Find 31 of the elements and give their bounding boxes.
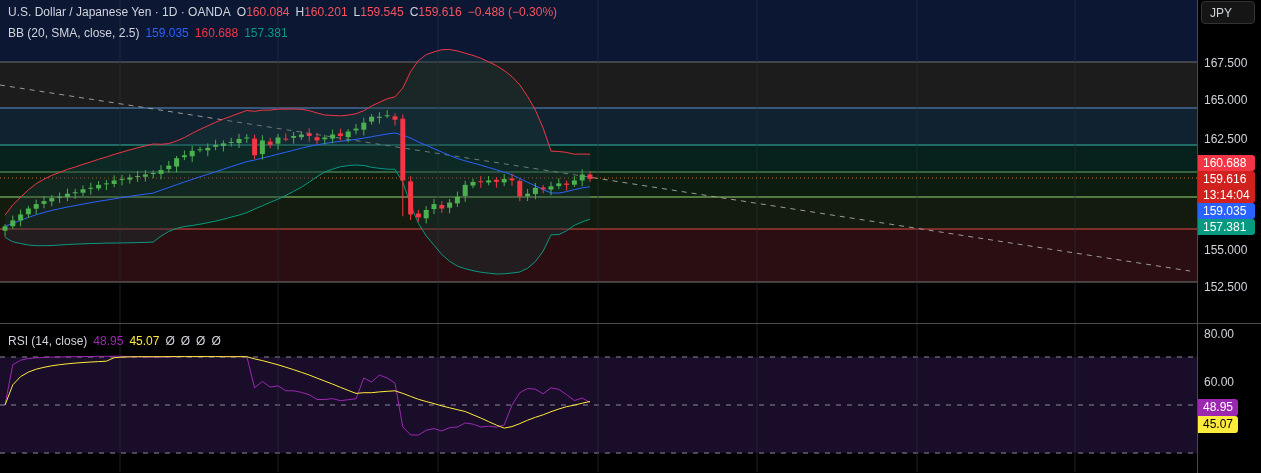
rsi-tick: 60.00: [1204, 374, 1235, 391]
empty-value: Ø: [180, 333, 191, 350]
ohlc-value: L159.545: [353, 4, 404, 21]
indicator-value: 160.688: [194, 25, 239, 42]
rsi-badge: 48.95: [1198, 399, 1239, 416]
indicator-value: 157.381: [244, 25, 288, 42]
indicator-label: BB (20, SMA, close, 2.5): [8, 25, 140, 42]
price-tick: 155.000: [1204, 242, 1248, 259]
price-tick: 167.500: [1204, 55, 1248, 72]
price-badge: 159.035: [1198, 203, 1255, 219]
price-badge: 160.688: [1198, 155, 1255, 171]
empty-value: Ø: [211, 333, 221, 350]
empty-value: Ø: [165, 333, 175, 350]
symbol-title: U.S. Dollar / Japanese Yen · 1D · OANDA: [8, 4, 231, 21]
indicator-value: 159.035: [145, 25, 189, 42]
rsi-tick: 80.00: [1204, 326, 1235, 343]
price-badge: 157.381: [1198, 219, 1255, 235]
currency-button[interactable]: JPY: [1201, 1, 1255, 24]
price-badge: 159.616 13:14:04: [1198, 171, 1255, 203]
rsi-badge: 45.07: [1198, 416, 1239, 433]
empty-value: Ø: [196, 333, 206, 350]
price-tick: 162.500: [1204, 131, 1248, 148]
price-tick: 165.000: [1204, 92, 1248, 109]
indicator-value: 45.07: [129, 333, 160, 350]
ohlc-value: O160.084: [236, 4, 290, 21]
price-tick: 152.500: [1204, 279, 1248, 296]
indicator-label: RSI (14, close): [8, 333, 88, 350]
ohlc-value: H160.201: [295, 4, 348, 21]
price-change: −0.488 (−0.30%): [467, 4, 558, 21]
indicator-value: 48.95: [93, 333, 124, 350]
ohlc-value: C159.616: [409, 4, 462, 21]
